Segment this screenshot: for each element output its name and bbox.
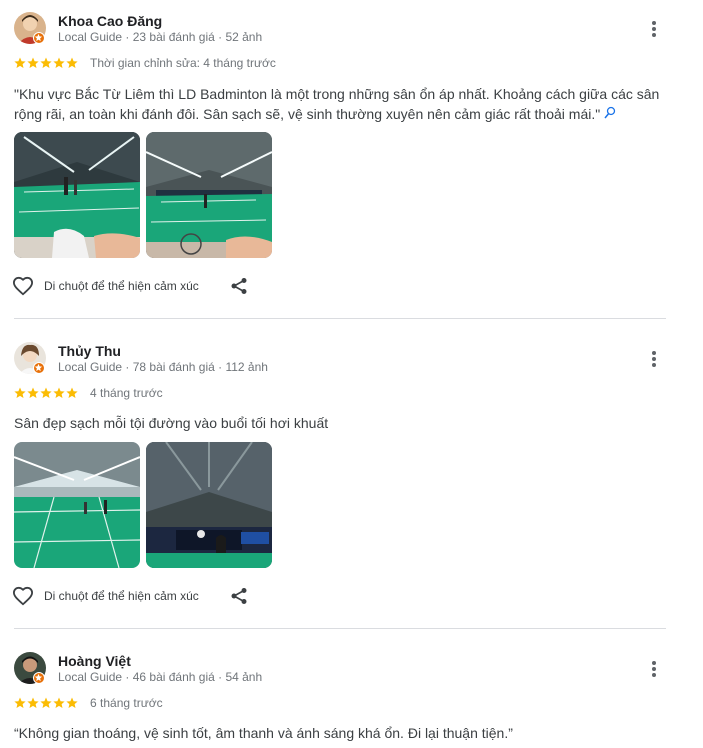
star-icon xyxy=(14,57,26,68)
review-text-content: "Khu vực Bắc Từ Liêm thì LD Badminton là… xyxy=(14,86,660,122)
review-photo[interactable] xyxy=(146,132,272,258)
share-button[interactable] xyxy=(230,584,252,608)
share-icon xyxy=(231,278,247,294)
translate-icon[interactable] xyxy=(604,105,616,125)
review-time: 6 tháng trước xyxy=(90,696,163,710)
star-icon xyxy=(27,57,39,68)
local-guide-badge-icon xyxy=(33,362,45,374)
more-vert-icon xyxy=(652,661,656,677)
reviewer-meta: Local Guide · 23 bài đánh giá · 52 ảnh xyxy=(58,30,263,44)
more-vert-icon xyxy=(652,21,656,37)
review-photo[interactable] xyxy=(14,132,140,258)
star-rating xyxy=(14,697,78,709)
review-time: Thời gian chỉnh sửa: 4 tháng trước xyxy=(90,56,276,70)
review-actions: Di chuột để thể hiện cảm xúc xyxy=(12,274,247,298)
review-photo[interactable] xyxy=(14,442,140,568)
like-label: Di chuột để thể hiện cảm xúc xyxy=(44,279,199,293)
reviewer-name[interactable]: Thủy Thu xyxy=(58,343,121,359)
star-icon xyxy=(66,697,78,708)
more-vert-icon xyxy=(652,351,656,367)
star-icon xyxy=(53,387,65,398)
star-icon xyxy=(40,697,52,708)
star-icon xyxy=(40,387,52,398)
star-icon xyxy=(66,387,78,398)
star-icon xyxy=(14,387,26,398)
like-label: Di chuột để thể hiện cảm xúc xyxy=(44,589,199,603)
review-text: Sân đẹp sạch mỗi tội đường vào buổi tối … xyxy=(14,415,329,431)
star-icon xyxy=(14,697,26,708)
review-photo[interactable] xyxy=(146,442,272,568)
star-icon xyxy=(27,387,39,398)
star-rating xyxy=(14,57,78,69)
more-options-button[interactable] xyxy=(640,15,668,43)
local-guide-badge-icon xyxy=(33,672,45,684)
review-text: "Khu vực Bắc Từ Liêm thì LD Badminton là… xyxy=(14,84,664,125)
star-icon xyxy=(27,697,39,708)
share-icon xyxy=(231,588,247,604)
review-text: “Không gian thoáng, vệ sinh tốt, âm than… xyxy=(14,725,513,741)
more-options-button[interactable] xyxy=(640,655,668,683)
heart-outline-icon xyxy=(12,276,34,296)
local-guide-badge-icon xyxy=(33,32,45,44)
like-button[interactable]: Di chuột để thể hiện cảm xúc xyxy=(12,276,199,296)
reviewer-name[interactable]: Hoàng Việt xyxy=(58,653,131,669)
reviewer-meta: Local Guide · 78 bài đánh giá · 112 ảnh xyxy=(58,360,268,374)
like-button[interactable]: Di chuột để thể hiện cảm xúc xyxy=(12,586,199,606)
reviewer-meta: Local Guide · 46 bài đánh giá · 54 ảnh xyxy=(58,670,263,684)
star-rating xyxy=(14,387,78,399)
review-divider xyxy=(14,318,666,319)
review-divider xyxy=(14,628,666,629)
star-icon xyxy=(53,697,65,708)
star-icon xyxy=(53,57,65,68)
share-button[interactable] xyxy=(230,274,252,298)
star-icon xyxy=(66,57,78,68)
more-options-button[interactable] xyxy=(640,345,668,373)
star-icon xyxy=(40,57,52,68)
reviewer-name[interactable]: Khoa Cao Đăng xyxy=(58,13,162,29)
review-time: 4 tháng trước xyxy=(90,386,163,400)
heart-outline-icon xyxy=(12,586,34,606)
review-actions: Di chuột để thể hiện cảm xúc xyxy=(12,584,247,608)
